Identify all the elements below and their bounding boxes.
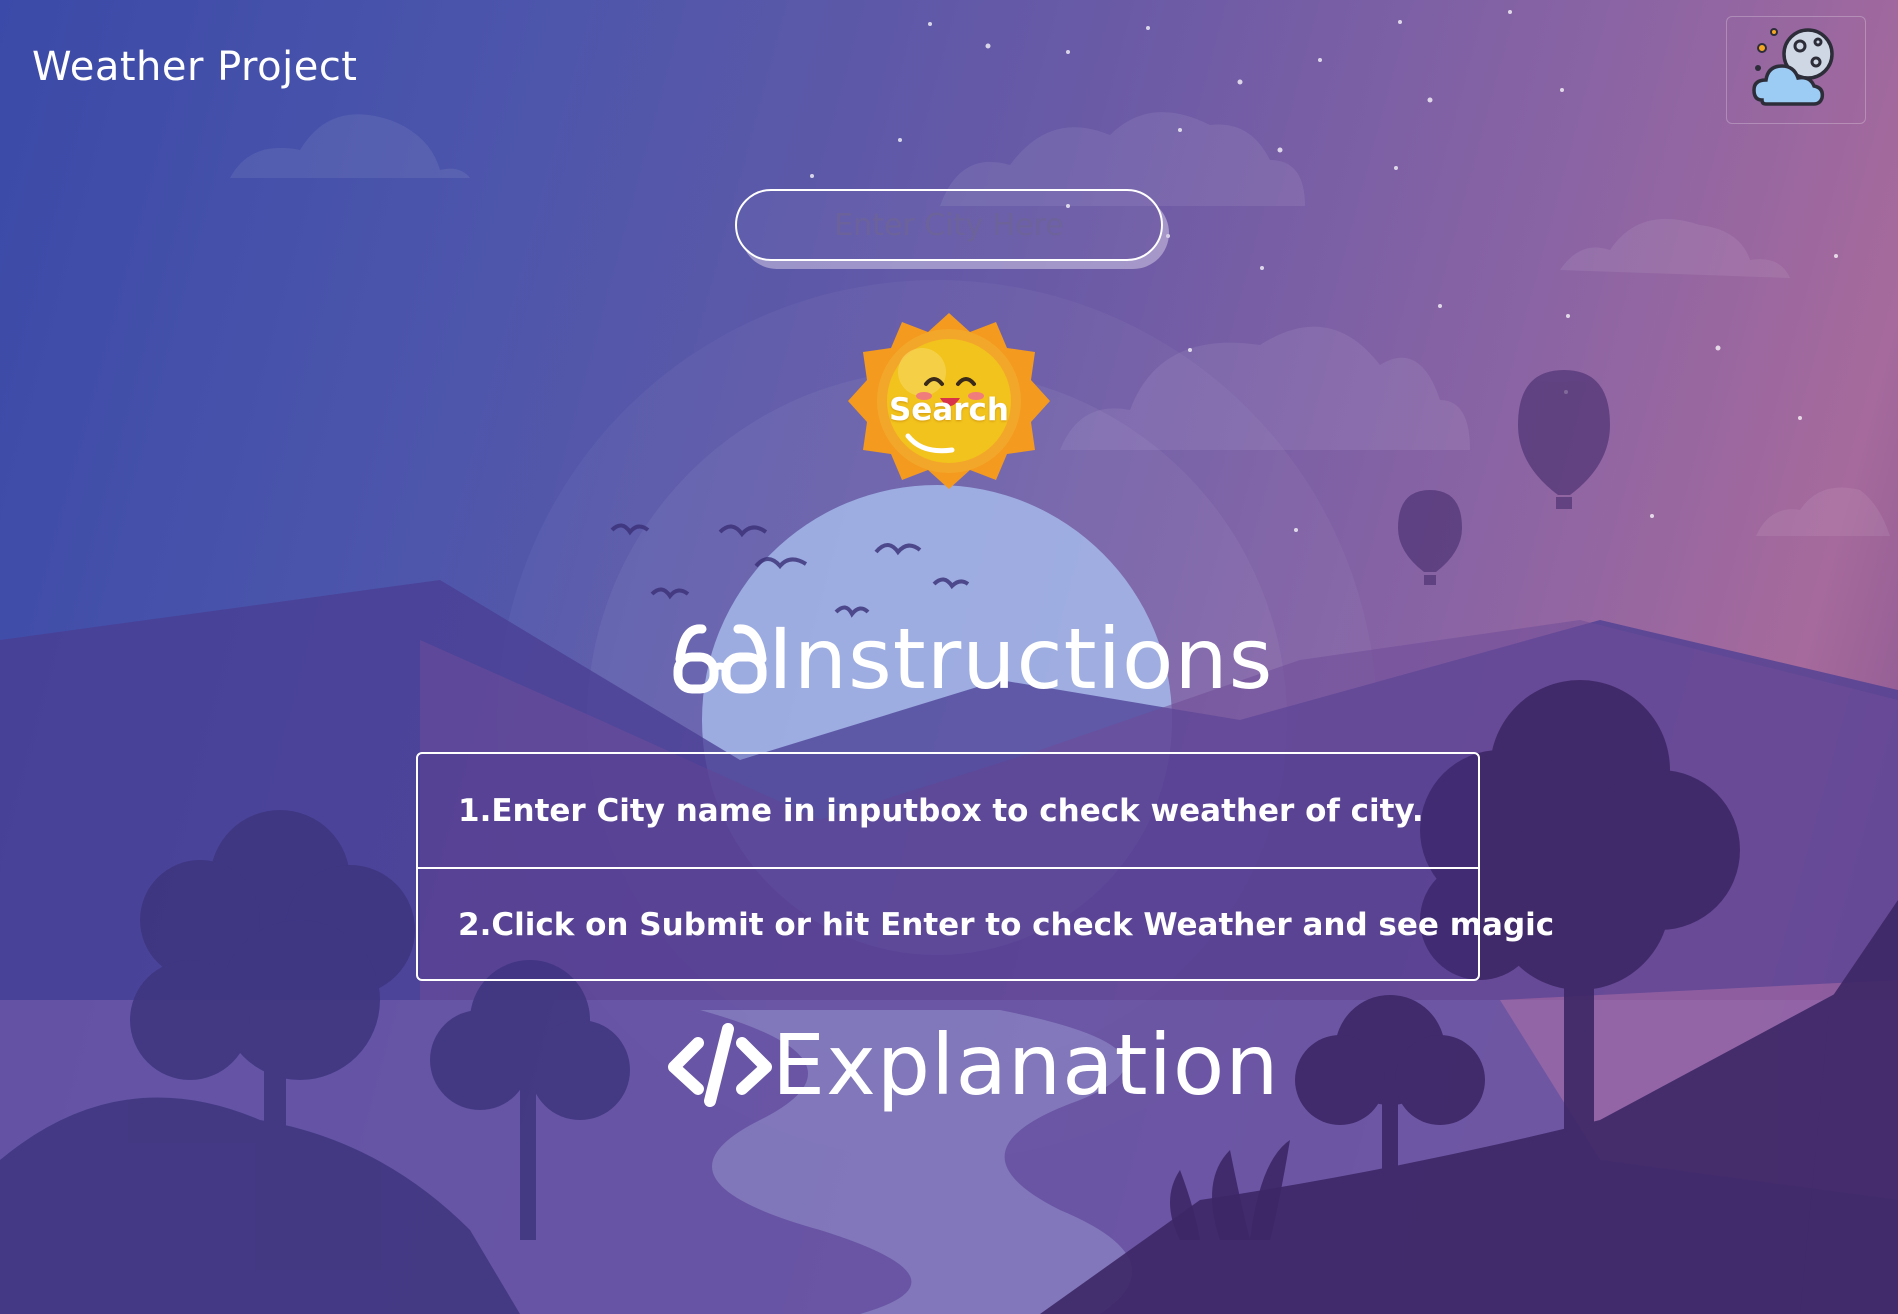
search-button-label: Search bbox=[888, 392, 1009, 428]
instructions-title: Instructions bbox=[768, 610, 1274, 708]
glasses-icon bbox=[673, 624, 767, 694]
city-search-input[interactable] bbox=[735, 189, 1163, 261]
search-button[interactable]: Search bbox=[846, 308, 1052, 514]
instruction-item-2: 2.Click on Submit or hit Enter to check … bbox=[418, 867, 1554, 980]
explanation-heading[interactable]: Explanation bbox=[668, 1016, 1280, 1114]
weather-page: Weather Project Search bbox=[0, 0, 1898, 1314]
moon-cloud-icon bbox=[1752, 28, 1834, 106]
instructions-heading: Instructions bbox=[672, 610, 1273, 708]
instructions-list: 1.Enter City name in inputbox to check w… bbox=[416, 752, 1554, 981]
app-title: Weather Project bbox=[32, 44, 358, 90]
theme-toggle-button[interactable] bbox=[1726, 16, 1866, 124]
code-icon bbox=[668, 1023, 772, 1107]
explanation-title: Explanation bbox=[772, 1016, 1280, 1114]
instruction-item-1: 1.Enter City name in inputbox to check w… bbox=[458, 792, 1424, 829]
